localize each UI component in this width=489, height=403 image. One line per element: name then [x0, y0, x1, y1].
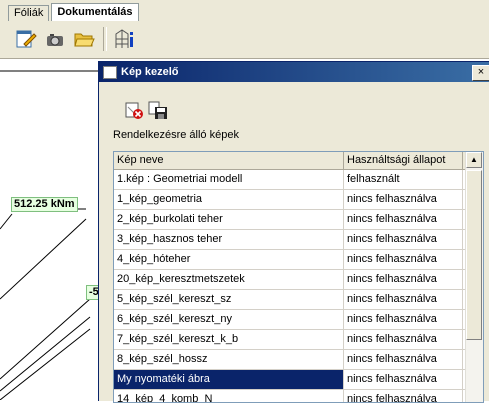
available-images-label: Rendelkezésre álló képek [113, 129, 239, 141]
table-row[interactable]: 20_kép_keresztmetszetek nincs felhasználv… [114, 270, 466, 290]
row-name: 2_kép_burkolati teher [114, 210, 344, 229]
row-name: 1_kép_geometria [114, 190, 344, 209]
table-row[interactable]: 1_kép_geometria nincs felhasználva [114, 190, 466, 210]
row-name: 14_kép_4_komb_N [114, 390, 344, 402]
list-rows: 1.kép : Geometriai modell felhasznált 1_k… [114, 170, 466, 402]
moment-value-label: 512.25 kNm [11, 197, 78, 212]
scroll-up-icon[interactable]: ▲ [466, 152, 482, 168]
row-name: 5_kép_szél_kereszt_sz [114, 290, 344, 309]
row-status: nincs felhasználva [344, 350, 463, 369]
camera-icon[interactable] [43, 27, 67, 51]
table-row[interactable]: 7_kép_szél_kereszt_k_b nincs felhasználva [114, 330, 466, 350]
row-name: 3_kép_hasznos teher [114, 230, 344, 249]
tab-dokumentalas[interactable]: Dokumentálás [51, 3, 139, 21]
close-button[interactable]: × [472, 65, 489, 81]
image-list[interactable]: Kép neve Használtsági állapot 1.kép : Ge… [113, 151, 484, 403]
row-name: 20_kép_keresztmetszetek [114, 270, 344, 289]
row-status: nincs felhasználva [344, 390, 463, 402]
row-status: nincs felhasználva [344, 270, 463, 289]
window-icon [103, 65, 117, 79]
row-name: 6_kép_szél_kereszt_ny [114, 310, 344, 329]
table-row[interactable]: 6_kép_szél_kereszt_ny nincs felhasználva [114, 310, 466, 330]
edit-doc-icon[interactable] [14, 27, 38, 51]
row-status: nincs felhasználva [344, 310, 463, 329]
row-status: nincs felhasználva [344, 330, 463, 349]
doc-tools [14, 26, 142, 52]
delete-image-icon[interactable] [123, 100, 145, 122]
row-name: 4_kép_hóteher [114, 250, 344, 269]
table-row-selected[interactable]: My nyomatéki ábra nincs felhasználva [114, 370, 466, 390]
row-status: nincs felhasználva [344, 190, 463, 209]
column-header-status[interactable]: Használtsági állapot [344, 152, 463, 169]
row-name: 7_kép_szél_kereszt_k_b [114, 330, 344, 349]
save-image-icon[interactable] [147, 100, 169, 122]
structure-info-icon[interactable] [113, 27, 137, 51]
scroll-thumb[interactable] [466, 170, 482, 340]
dialog-titlebar[interactable]: Kép kezelő [99, 62, 489, 82]
drawing-canvas[interactable]: 512.25 kNm -5 [0, 59, 106, 400]
table-row[interactable]: 14_kép_4_komb_N nincs felhasználva [114, 390, 466, 402]
vertical-scrollbar[interactable]: ▲ [465, 152, 483, 402]
folder-open-icon[interactable] [72, 27, 96, 51]
tab-foliak[interactable]: Fóliák [8, 5, 50, 21]
dialog-title: Kép kezelő [121, 66, 179, 78]
row-status: felhasznált [344, 170, 463, 189]
row-name: 8_kép_szél_hossz [114, 350, 344, 369]
table-row[interactable]: 1.kép : Geometriai modell felhasznált [114, 170, 466, 190]
row-status: nincs felhasználva [344, 210, 463, 229]
tab-strip: Fóliák Dokumentálás [8, 3, 141, 21]
table-row[interactable]: 4_kép_hóteher nincs felhasználva [114, 250, 466, 270]
row-status: nincs felhasználva [344, 250, 463, 269]
table-row[interactable]: 2_kép_burkolati teher nincs felhasználva [114, 210, 466, 230]
row-name: My nyomatéki ábra [114, 370, 344, 389]
row-status: nincs felhasználva [344, 230, 463, 249]
top-toolbar: Fóliák Dokumentálás [0, 0, 489, 59]
row-status: nincs felhasználva [344, 290, 463, 309]
toolbar-separator [103, 27, 107, 51]
row-name: 1.kép : Geometriai modell [114, 170, 344, 189]
table-row[interactable]: 8_kép_szél_hossz nincs felhasználva [114, 350, 466, 370]
dialog-toolbar [123, 100, 171, 122]
row-status: nincs felhasználva [344, 370, 463, 389]
table-row[interactable]: 3_kép_hasznos teher nincs felhasználva [114, 230, 466, 250]
list-header: Kép neve Használtsági állapot [114, 152, 483, 170]
table-row[interactable]: 5_kép_szél_kereszt_sz nincs felhasználva [114, 290, 466, 310]
column-header-name[interactable]: Kép neve [114, 152, 344, 169]
image-manager-dialog: Kép kezelő × Rendelkezésre álló képek Ké… [98, 61, 489, 403]
